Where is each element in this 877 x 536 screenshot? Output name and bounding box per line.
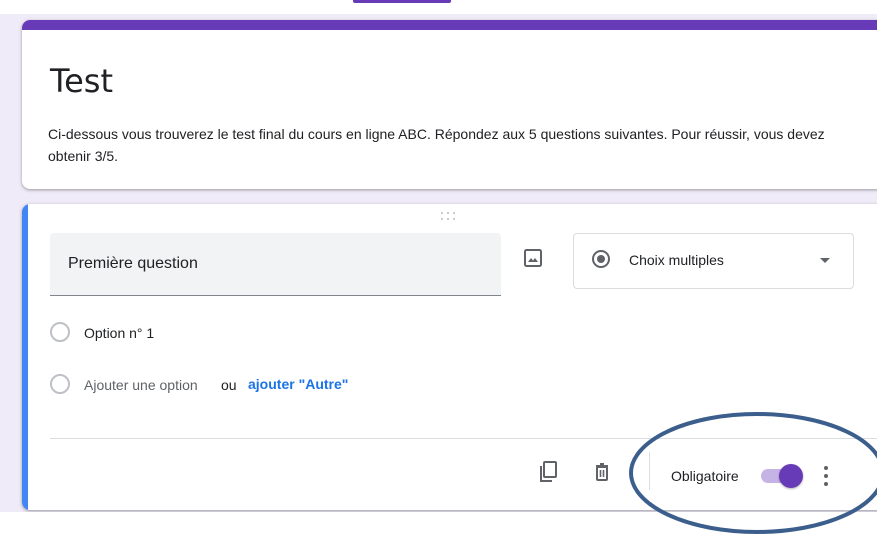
question-card[interactable]: Première question Choix multiples Option…	[22, 204, 877, 510]
toggle-thumb	[779, 464, 803, 488]
question-type-label: Choix multiples	[629, 252, 724, 268]
dropdown-arrow-icon	[820, 258, 830, 263]
header-accent-bar	[22, 20, 877, 30]
question-title-field[interactable]: Première question	[50, 233, 501, 296]
form-header-card: Test Ci-dessous vous trouverez le test f…	[22, 20, 877, 189]
radio-icon	[592, 250, 610, 268]
image-icon[interactable]	[521, 246, 545, 270]
more-vert-icon[interactable]	[813, 462, 837, 490]
trash-icon[interactable]	[588, 458, 616, 486]
add-option-link[interactable]: Ajouter une option	[84, 377, 198, 393]
add-option-radio	[50, 374, 70, 394]
required-label: Obligatoire	[671, 468, 739, 484]
form-description[interactable]: Ci-dessous vous trouverez le test final …	[48, 123, 858, 167]
active-tab-indicator	[353, 0, 451, 3]
option-1-label[interactable]: Option n° 1	[84, 325, 154, 341]
add-other-link[interactable]: ajouter "Autre"	[248, 376, 348, 392]
option-1-radio	[50, 322, 70, 342]
or-label: ou	[221, 377, 237, 393]
form-title[interactable]: Test	[50, 62, 113, 100]
footer-vertical-divider	[649, 452, 650, 490]
footer-divider	[50, 438, 877, 439]
drag-handle-icon[interactable]	[441, 212, 459, 222]
question-focus-accent	[22, 204, 28, 510]
question-type-dropdown[interactable]: Choix multiples	[573, 233, 854, 289]
question-title-text: Première question	[68, 255, 198, 272]
page-bottom-area	[0, 512, 877, 536]
duplicate-icon[interactable]	[534, 458, 562, 486]
required-toggle[interactable]	[757, 463, 807, 489]
